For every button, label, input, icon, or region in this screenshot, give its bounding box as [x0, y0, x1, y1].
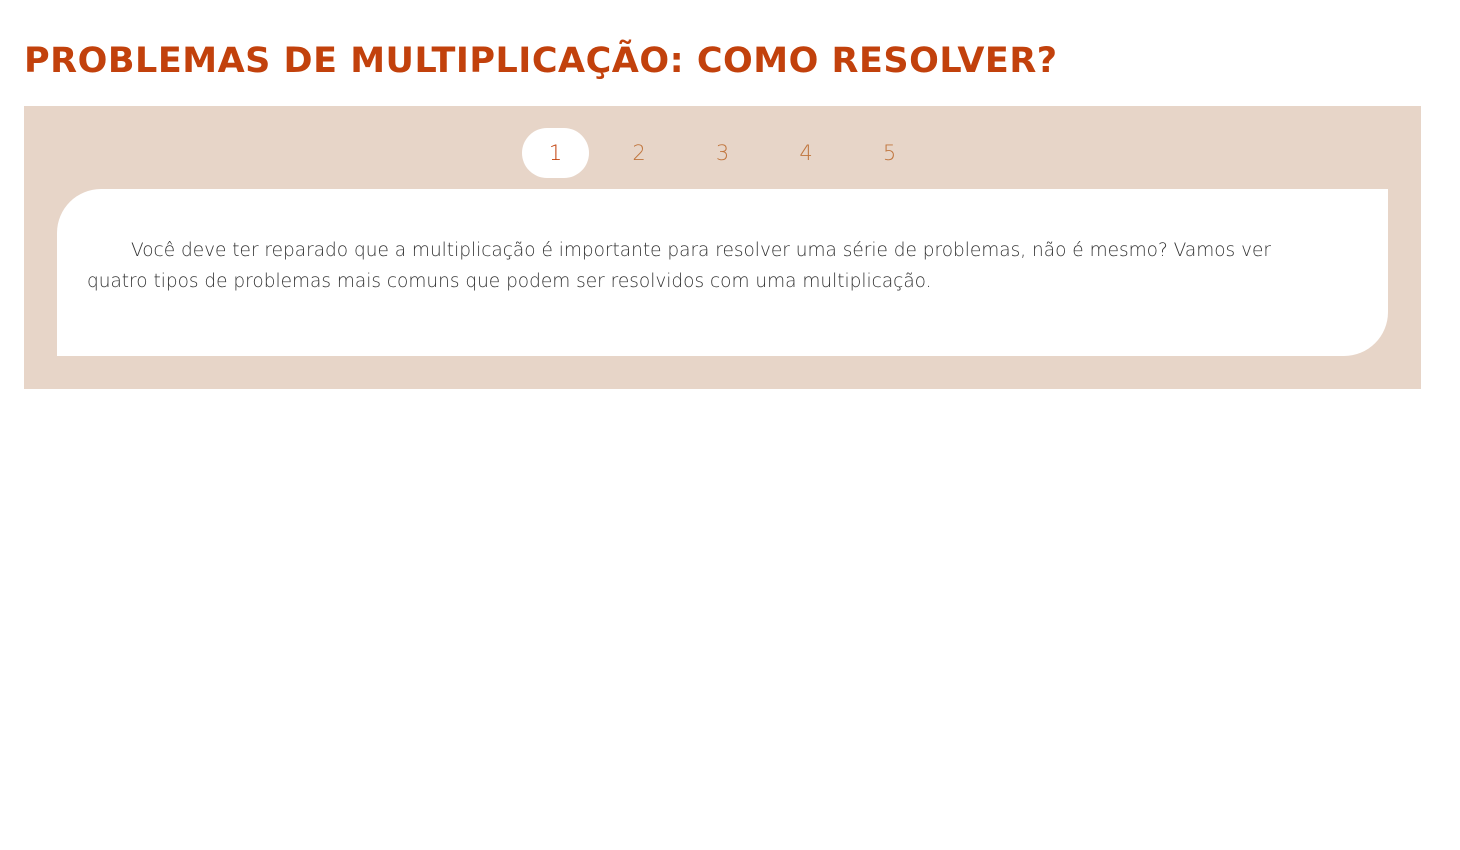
pager-tab-4[interactable]: 4	[773, 128, 840, 178]
slide-text: Você deve ter reparado que a multiplicaç…	[87, 240, 1271, 292]
slide-card: Você deve ter reparado que a multiplicaç…	[57, 189, 1388, 356]
page-title: PROBLEMAS DE MULTIPLICAÇÃO: COMO RESOLVE…	[24, 41, 1058, 81]
pager-tab-1[interactable]: 1	[522, 128, 589, 178]
pager-tab-5[interactable]: 5	[856, 128, 923, 178]
pager-tab-3[interactable]: 3	[689, 128, 756, 178]
carousel-pager: 1 2 3 4 5	[522, 128, 940, 178]
pager-tab-2[interactable]: 2	[606, 128, 673, 178]
carousel-panel: 1 2 3 4 5 Você deve ter reparado que a m…	[24, 106, 1421, 389]
